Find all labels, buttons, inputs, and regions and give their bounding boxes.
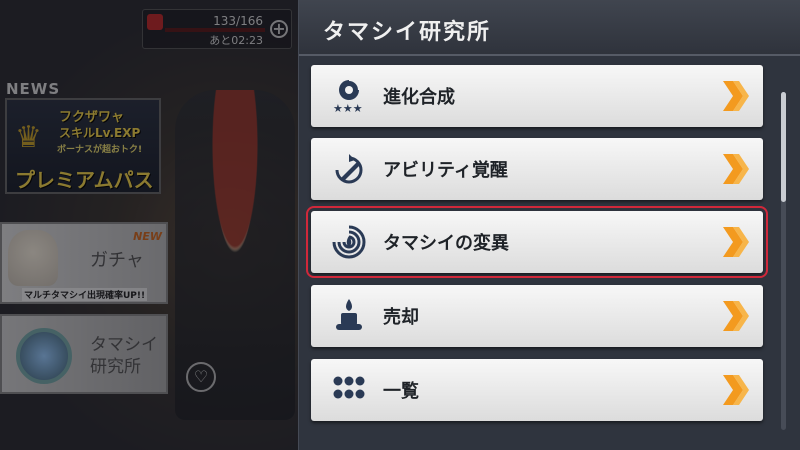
ability-awaken-icon bbox=[329, 150, 369, 188]
menu-item-label: アビリティ覚醒 bbox=[383, 160, 508, 181]
lab-card-label: タマシイ 研究所 bbox=[90, 334, 158, 378]
menu-item-label: 売却 bbox=[383, 307, 419, 328]
banner-line-3: ボーナスが超おトク! bbox=[57, 145, 143, 155]
list-grid-icon bbox=[329, 371, 369, 409]
panel-title: タマシイ研究所 bbox=[323, 20, 492, 45]
crown-icon: ♛ bbox=[15, 120, 42, 155]
sell-candle-icon bbox=[329, 297, 369, 335]
chevron-right-icon bbox=[723, 154, 749, 184]
menu-item-label: タマシイの変異 bbox=[383, 233, 509, 254]
gacha-subtitle: マルチタマシイ出現確率UP!! bbox=[22, 288, 148, 301]
stamina-icon bbox=[147, 14, 163, 30]
lab-card-line-2: 研究所 bbox=[90, 357, 141, 377]
stamina-widget[interactable]: 133/166 あと02:23 + bbox=[142, 9, 292, 49]
gacha-character-art bbox=[8, 230, 58, 286]
chevron-right-icon bbox=[723, 375, 749, 405]
new-badge: NEW bbox=[133, 230, 162, 243]
chevron-right-icon bbox=[723, 227, 749, 257]
stamina-count: 133/166 bbox=[213, 14, 263, 28]
banner-line-2: スキルLv.EXP bbox=[59, 126, 141, 140]
gacha-title: ガチャ bbox=[90, 250, 144, 271]
mutation-swirl-icon bbox=[329, 223, 369, 261]
menu-item-label: 一覧 bbox=[383, 381, 419, 402]
soul-lab-panel: タマシイ研究所 ★★★ 進化合成 アビリティ覚醒 タマシイの変異 売却 一覧 bbox=[298, 0, 800, 450]
add-stamina-button[interactable]: + bbox=[270, 20, 288, 38]
banner-line-1: フクザワャ bbox=[59, 110, 125, 125]
premium-pass-banner[interactable]: ♛ フクザワャ スキルLv.EXP ボーナスが超おトク! プレミアムパス bbox=[5, 98, 161, 194]
gacha-card[interactable]: NEW ガチャ マルチタマシイ出現確率UP!! bbox=[0, 222, 168, 304]
menu-item-evolution[interactable]: ★★★ 進化合成 bbox=[311, 65, 763, 127]
menu-item-sell[interactable]: 売却 bbox=[311, 285, 763, 347]
menu-item-list[interactable]: 一覧 bbox=[311, 359, 763, 421]
menu-item-ability-awaken[interactable]: アビリティ覚醒 bbox=[311, 138, 763, 200]
favorite-heart-icon[interactable]: ♡ bbox=[186, 362, 216, 392]
banner-title: プレミアムパス bbox=[15, 168, 154, 192]
chevron-right-icon bbox=[723, 81, 749, 111]
scrollbar-thumb[interactable] bbox=[781, 92, 786, 202]
stamina-timer: あと02:23 bbox=[209, 34, 263, 47]
menu-item-label: 進化合成 bbox=[383, 87, 455, 108]
lab-card[interactable]: タマシイ 研究所 bbox=[0, 314, 168, 394]
news-label: NEWS bbox=[6, 80, 61, 98]
lab-machine-icon bbox=[16, 328, 72, 384]
evolution-icon: ★★★ bbox=[329, 77, 369, 115]
chevron-right-icon bbox=[723, 301, 749, 331]
lab-card-line-1: タマシイ bbox=[90, 335, 158, 355]
menu-item-mutation[interactable]: タマシイの変異 bbox=[306, 206, 768, 278]
svg-text:★★★: ★★★ bbox=[333, 102, 363, 115]
panel-header: タマシイ研究所 bbox=[299, 0, 800, 56]
home-background: 133/166 あと02:23 + NEWS ♛ フクザワャ スキルLv.EXP… bbox=[0, 0, 298, 450]
